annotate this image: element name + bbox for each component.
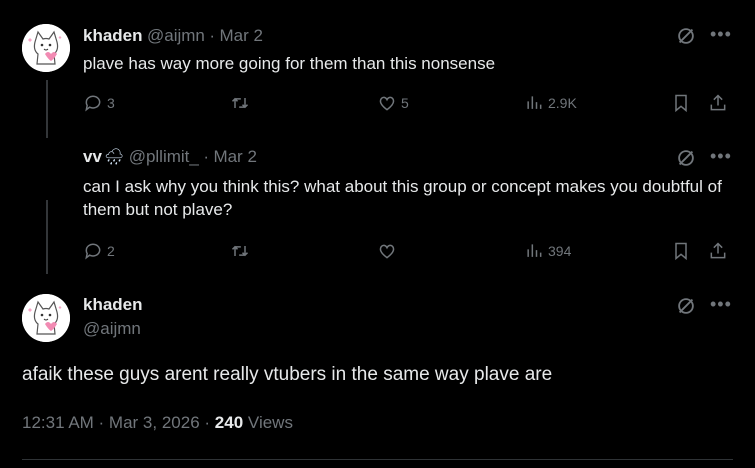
views-button[interactable]: 394	[524, 241, 571, 261]
tweet-date[interactable]: Mar 2	[213, 147, 256, 166]
bookmark-button[interactable]	[671, 93, 691, 113]
retweet-icon	[231, 97, 249, 109]
grok-icon[interactable]	[675, 25, 697, 52]
like-count: 5	[401, 95, 409, 111]
heart-icon	[379, 96, 395, 111]
grok-icon[interactable]	[675, 295, 697, 322]
views-icon	[527, 96, 542, 109]
share-icon	[710, 94, 726, 111]
author-name[interactable]: khaden	[83, 295, 143, 315]
heart-icon	[379, 244, 395, 259]
main-tweet-text: afaik these guys arent really vtubers in…	[22, 364, 553, 385]
share-button[interactable]	[708, 241, 728, 261]
retweet-button[interactable]	[230, 93, 250, 113]
author-handle[interactable]: @aijmn	[147, 26, 205, 45]
tweet-timestamp[interactable]: 12:31 AM · Mar 3, 2026	[22, 413, 200, 432]
views-count: 394	[548, 243, 572, 259]
grok-icon[interactable]	[675, 147, 697, 174]
separator: ·	[209, 26, 215, 45]
reply-icon	[85, 243, 101, 260]
bookmark-icon	[675, 94, 687, 113]
reply-button[interactable]: 2	[83, 241, 115, 261]
reply-icon	[85, 95, 101, 112]
bookmark-button[interactable]	[671, 241, 691, 261]
author-name[interactable]: khaden	[83, 26, 143, 45]
tweet-text: can I ask why you think this? what about…	[83, 177, 722, 219]
retweet-button[interactable]	[230, 241, 250, 261]
more-icon[interactable]: •••	[710, 24, 732, 45]
thread-line	[46, 80, 48, 138]
avatar[interactable]	[22, 24, 70, 72]
author-handle[interactable]: @aijmn	[83, 319, 141, 339]
share-button[interactable]	[708, 93, 728, 113]
views-icon	[527, 244, 542, 257]
more-icon[interactable]: •••	[710, 146, 732, 167]
divider	[22, 459, 733, 460]
tweet-text: plave has way more going for them than t…	[83, 54, 496, 73]
more-icon[interactable]: •••	[710, 294, 732, 315]
rain-cloud-emoji: 🌧	[103, 149, 125, 166]
avatar[interactable]	[22, 294, 70, 342]
thread-line	[46, 200, 48, 274]
share-icon	[710, 242, 726, 259]
separator: ·	[204, 413, 211, 432]
views-count: 2.9K	[548, 95, 577, 111]
like-button[interactable]	[377, 241, 397, 261]
reply-button[interactable]: 3	[83, 93, 115, 113]
tweet-date[interactable]: Mar 2	[219, 26, 262, 45]
views-count: 240	[214, 413, 244, 432]
views-button[interactable]: 2.9K	[524, 93, 577, 113]
author-handle[interactable]: @pllimit_	[129, 147, 199, 166]
views-label: Views	[247, 413, 293, 432]
reply-count: 2	[107, 243, 115, 259]
like-button[interactable]: 5	[377, 93, 409, 113]
separator: ·	[203, 147, 209, 166]
bookmark-icon	[675, 242, 687, 261]
author-name[interactable]: vv	[83, 147, 102, 166]
reply-count: 3	[107, 95, 115, 111]
retweet-icon	[231, 245, 249, 257]
